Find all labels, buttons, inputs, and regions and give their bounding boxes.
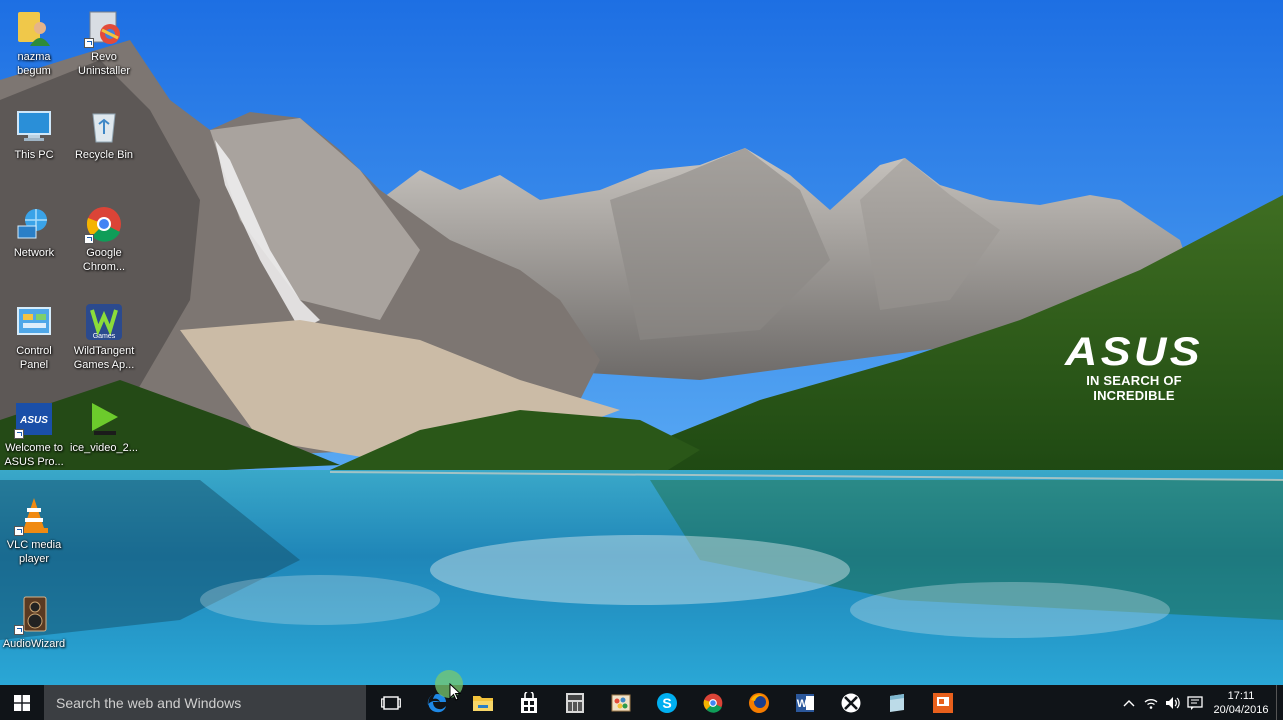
video-file-icon — [84, 399, 124, 439]
shortcut-arrow-icon — [84, 38, 94, 48]
show-desktop-button[interactable] — [1276, 685, 1283, 720]
taskbar-notes[interactable] — [874, 685, 920, 720]
network-icon — [14, 204, 54, 244]
store-icon — [521, 691, 537, 713]
taskbar-store[interactable] — [506, 685, 552, 720]
chrome-icon — [703, 693, 723, 713]
start-button[interactable] — [0, 685, 44, 720]
mouse-cursor-icon — [449, 683, 461, 701]
desktop-icon-label: Google Chrom... — [82, 247, 126, 273]
shortcut-arrow-icon — [14, 526, 24, 536]
recycle-bin-icon — [84, 106, 124, 146]
desktop-icon-label: Welcome to ASUS Pro... — [4, 442, 64, 468]
desktop-icon-wildtangent[interactable]: Games WildTangent Games Ap... — [70, 302, 138, 372]
wifi-button[interactable] — [1140, 685, 1162, 720]
desktop-icon-recycle-bin[interactable]: Recycle Bin — [70, 106, 138, 162]
xbox-icon — [841, 693, 861, 712]
clock-date: 20/04/2016 — [1213, 703, 1269, 716]
search-input[interactable] — [54, 693, 348, 712]
svg-text:W: W — [797, 698, 808, 710]
wifi-icon — [1144, 698, 1158, 709]
wildtangent-icon: Games — [84, 302, 124, 342]
speaker-icon — [1166, 696, 1180, 709]
desktop-icon-label: Network — [13, 247, 55, 259]
desktop-icon-vlc[interactable]: VLC media player — [0, 496, 68, 566]
action-center-button[interactable] — [1184, 685, 1206, 720]
desktop-icon-this-pc[interactable]: This PC — [0, 106, 68, 162]
skype-icon: S — [657, 692, 677, 713]
desktop-icon-label: AudioWizard — [2, 638, 66, 650]
desktop-icon-google-chrome[interactable]: Google Chrom... — [70, 204, 138, 274]
taskbar-chrome[interactable] — [690, 685, 736, 720]
svg-text:ASUS: ASUS — [19, 415, 48, 426]
file-explorer-icon — [473, 695, 493, 711]
taskbar-file-explorer[interactable] — [460, 685, 506, 720]
clock[interactable]: 17:11 20/04/2016 — [1210, 689, 1272, 717]
system-tray: 17:11 20/04/2016 — [1118, 685, 1283, 720]
control-panel-icon — [14, 302, 54, 342]
firefox-icon — [749, 692, 769, 713]
chrome-icon — [84, 204, 124, 244]
desktop-icon-ice-video[interactable]: ice_video_2... — [70, 399, 138, 455]
user-folder-icon — [14, 8, 54, 48]
taskbar-word[interactable]: W — [782, 685, 828, 720]
presentation-icon — [933, 692, 953, 713]
volume-button[interactable] — [1162, 685, 1184, 720]
taskbar-firefox[interactable] — [736, 685, 782, 720]
desktop-icon-label: WildTangent Games Ap... — [73, 345, 135, 371]
asus-icon: ASUS — [14, 399, 54, 439]
windows-logo-icon — [14, 694, 30, 711]
desktop-icon-label: This PC — [14, 149, 54, 161]
vlc-icon — [14, 496, 54, 536]
taskbar-calculator[interactable] — [552, 685, 598, 720]
paint-icon — [611, 694, 631, 711]
show-hidden-icons-button[interactable] — [1118, 685, 1140, 720]
clock-time: 17:11 — [1227, 689, 1255, 702]
desktop-icon-revo-uninstaller[interactable]: Revo Uninstaller — [70, 8, 138, 78]
desktop-icon-label: Recycle Bin — [74, 149, 134, 161]
notes-icon — [890, 693, 904, 712]
taskbar: S W — [0, 685, 1283, 720]
shortcut-arrow-icon — [84, 234, 94, 244]
revo-uninstaller-icon — [84, 8, 124, 48]
desktop-icon-user-folder[interactable]: nazma begum — [0, 8, 68, 78]
asus-tagline: IN SEARCH OF INCREDIBLE — [1086, 373, 1182, 403]
search-box[interactable] — [44, 685, 366, 720]
taskbar-skype[interactable]: S — [644, 685, 690, 720]
task-view-button[interactable] — [368, 685, 414, 720]
desktop-icon-label: nazma begum — [17, 51, 51, 77]
asus-wallpaper-logo: ASUS IN SEARCH OF INCREDIBLE — [1048, 332, 1220, 403]
desktop-icon-label: ice_video_2... — [70, 442, 138, 454]
asus-brand-text: ASUS — [1065, 330, 1203, 374]
svg-text:S: S — [662, 695, 671, 711]
computer-icon — [14, 106, 54, 146]
taskbar-presentation[interactable] — [920, 685, 966, 720]
desktop-icon-label: VLC media player — [6, 539, 62, 565]
desktop-icon-control-panel[interactable]: Control Panel — [0, 302, 68, 372]
desktop-icon-welcome-asus[interactable]: ASUS Welcome to ASUS Pro... — [0, 399, 68, 469]
svg-text:Games: Games — [93, 333, 116, 340]
taskbar-paint[interactable] — [598, 685, 644, 720]
word-icon: W — [796, 693, 814, 712]
desktop-icon-network[interactable]: Network — [0, 204, 68, 260]
audiowizard-icon — [14, 595, 54, 635]
shortcut-arrow-icon — [14, 429, 24, 439]
task-view-icon — [381, 695, 401, 710]
calculator-icon — [566, 692, 584, 713]
desktop-icon-label: Control Panel — [16, 345, 52, 371]
shortcut-arrow-icon — [14, 625, 24, 635]
desktop-icon-audiowizard[interactable]: AudioWizard — [0, 595, 68, 651]
desktop: nazma begum Revo Uninstaller This PC Rec… — [0, 0, 1283, 685]
desktop-icon-label: Revo Uninstaller — [78, 51, 130, 77]
taskbar-xbox[interactable] — [828, 685, 874, 720]
chevron-up-icon — [1123, 699, 1135, 706]
notification-icon — [1187, 695, 1203, 710]
